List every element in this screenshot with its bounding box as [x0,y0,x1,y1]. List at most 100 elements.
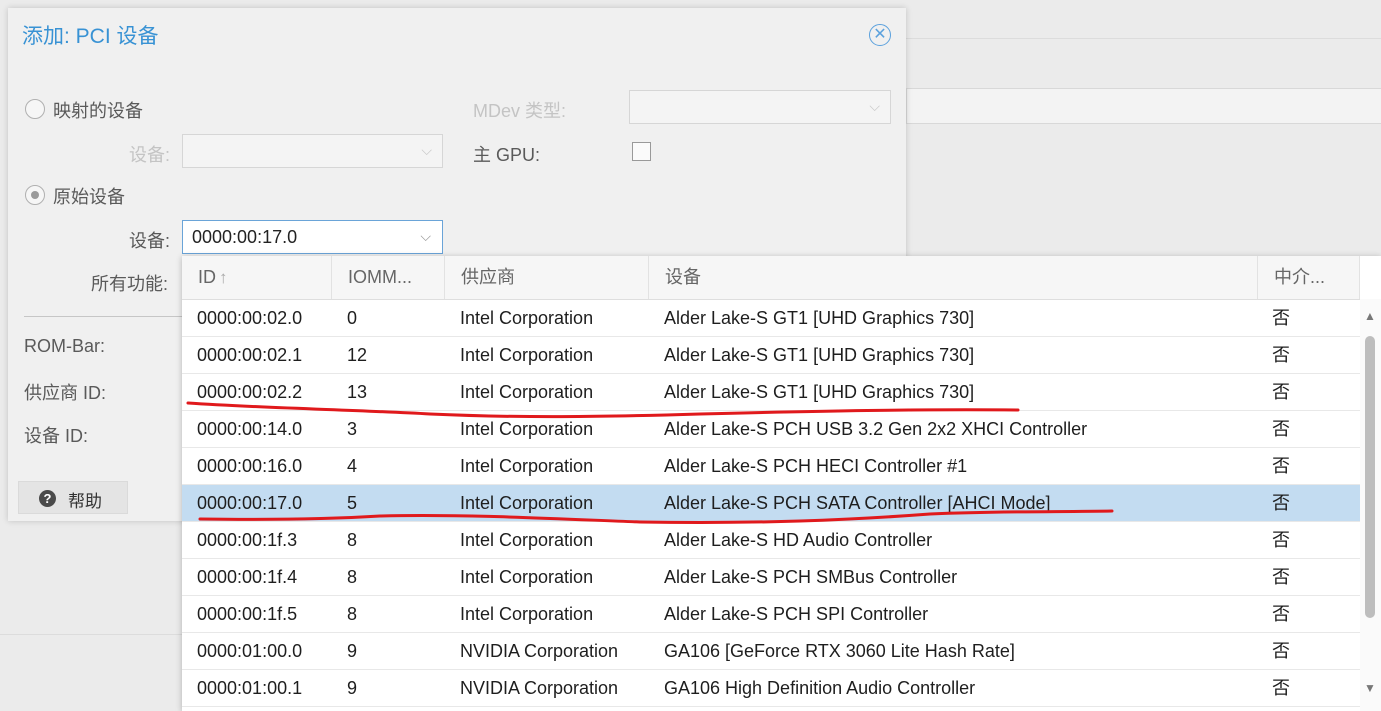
cell-vendor: NVIDIA Corporation [460,641,619,661]
cell-device: Alder Lake-S PCH HECI Controller #1 [664,456,968,476]
column-header-vendor[interactable]: 供应商 [445,256,649,299]
table-row[interactable]: 0000:01:00.0 9 NVIDIA Corporation GA106 [Ge… [182,633,1360,670]
table-row[interactable]: 0000:00:14.0 3 Intel Corporation Alder Lake… [182,411,1360,448]
mdev-type-label: MDev 类型: [473,101,567,121]
sort-ascending-icon: ↑ [219,268,228,287]
table-row[interactable]: 0000:01:00.1 9 NVIDIA Corporation GA106 Hig… [182,670,1360,707]
cell-vendor: Intel Corporation [460,382,594,402]
device-id-label: 设备 ID: [24,426,89,446]
column-header-id[interactable]: ID ↑ [182,256,332,299]
vendor-id-label: 供应商 ID: [24,383,107,403]
help-icon: ? [39,490,56,507]
chevron-down-icon: ⌵ [421,142,432,158]
cell-mdev: 否 [1272,678,1290,698]
cell-iommu: 8 [347,604,358,624]
device-select-label: 设备: [129,231,171,251]
cell-iommu: 8 [347,530,358,550]
table-row[interactable]: 0000:00:1f.4 8 Intel Corporation Alder Lake… [182,559,1360,596]
cell-iommu: 9 [347,641,358,661]
chevron-down-icon: ⌵ [869,98,880,114]
cell-iommu: 0 [347,308,358,328]
cell-vendor: Intel Corporation [460,345,594,365]
cell-mdev: 否 [1272,456,1290,476]
cell-vendor: Intel Corporation [460,456,594,476]
scroll-up-icon[interactable]: ▲ [1364,309,1376,323]
cell-id: 0000:01:00.0 [197,641,303,661]
close-icon[interactable]: ✕ [869,24,891,46]
cell-iommu: 8 [347,567,358,587]
cell-device: GA106 [GeForce RTX 3060 Lite Hash Rate] [664,641,1015,661]
cell-mdev: 否 [1272,641,1290,661]
cell-id: 0000:00:14.0 [197,419,303,439]
cell-vendor: Intel Corporation [460,308,594,328]
grid-header: ID ↑ IOMM... 供应商 设备 中介... [182,256,1360,300]
cell-vendor: Intel Corporation [460,419,594,439]
background-divider [906,38,1381,39]
cell-id: 0000:00:02.0 [197,308,303,328]
table-row[interactable]: 0000:00:1f.3 8 Intel Corporation Alder Lake… [182,522,1360,559]
cell-device: Alder Lake-S PCH USB 3.2 Gen 2x2 XHCI Co… [664,419,1088,439]
cell-mdev: 否 [1272,530,1290,550]
mapped-device-label: 映射的设备 [53,101,143,121]
cell-device: Alder Lake-S PCH SPI Controller [664,604,929,624]
cell-iommu: 3 [347,419,358,439]
cell-iommu: 4 [347,456,358,476]
pci-device-grid: ID ↑ IOMM... 供应商 设备 中介... 0000:00:02.0 0 In… [182,256,1381,711]
cell-device: Alder Lake-S PCH SATA Controller [AHCI M… [664,493,1051,513]
cell-vendor: Intel Corporation [460,493,594,513]
cell-mdev: 否 [1272,493,1290,513]
cell-device: Alder Lake-S GT1 [UHD Graphics 730] [664,308,975,328]
column-header-mdev[interactable]: 中介... [1258,256,1360,299]
cell-iommu: 12 [347,345,368,365]
table-row[interactable]: 0000:00:02.2 13 Intel Corporation Alder Lak… [182,374,1360,411]
all-functions-label: 所有功能: [91,274,169,294]
cell-id: 0000:00:1f.5 [197,604,298,624]
cell-vendor: Intel Corporation [460,604,594,624]
cell-id: 0000:00:02.2 [197,382,303,402]
table-row[interactable]: 0000:00:02.1 12 Intel Corporation Alder Lak… [182,337,1360,374]
rom-bar-label: ROM-Bar: [24,336,105,356]
cell-id: 0000:00:16.0 [197,456,303,476]
dialog-title: 添加: PCI 设备 [22,25,159,48]
cell-id: 0000:00:1f.3 [197,530,298,550]
column-header-iommu[interactable]: IOMM... [332,256,445,299]
table-row[interactable]: 0000:00:02.0 0 Intel Corporation Alder Lake… [182,300,1360,337]
primary-gpu-label: 主 GPU: [473,145,541,165]
column-header-id-label: ID [198,267,216,287]
raw-device-label: 原始设备 [53,187,125,207]
mapped-device-select[interactable]: ⌵ [182,134,443,168]
table-row[interactable]: 0000:00:17.0 5 Intel Corporation Alder Lake… [182,485,1360,522]
cell-iommu: 5 [347,493,358,513]
cell-device: Alder Lake-S GT1 [UHD Graphics 730] [664,382,975,402]
cell-id: 0000:00:17.0 [197,493,303,513]
chevron-down-icon: ⌵ [420,228,431,244]
cell-vendor: Intel Corporation [460,530,594,550]
cell-device: GA106 High Definition Audio Controller [664,678,976,698]
scroll-down-icon[interactable]: ▼ [1364,681,1376,695]
primary-gpu-checkbox[interactable] [632,142,651,161]
cell-mdev: 否 [1272,419,1290,439]
cell-mdev: 否 [1272,604,1290,624]
cell-id: 0000:00:1f.4 [197,567,298,587]
cell-iommu: 9 [347,678,358,698]
cell-vendor: Intel Corporation [460,567,594,587]
cell-mdev: 否 [1272,308,1290,328]
cell-device: Alder Lake-S HD Audio Controller [664,530,933,550]
mdev-type-select[interactable]: ⌵ [629,90,891,124]
cell-id: 0000:01:00.1 [197,678,303,698]
raw-device-radio[interactable] [25,185,45,205]
mapped-device-radio[interactable] [25,99,45,119]
device-select[interactable]: 0000:00:17.0 ⌵ [182,220,443,254]
cell-vendor: NVIDIA Corporation [460,678,619,698]
help-button-label: 帮助 [68,492,102,511]
table-row[interactable]: 0000:00:1f.5 8 Intel Corporation Alder Lake… [182,596,1360,633]
cell-mdev: 否 [1272,567,1290,587]
help-button[interactable]: ? 帮助 [18,481,128,514]
column-header-device[interactable]: 设备 [649,256,1258,299]
cell-iommu: 13 [347,382,368,402]
cell-device: Alder Lake-S GT1 [UHD Graphics 730] [664,345,975,365]
scrollbar-thumb[interactable] [1365,336,1375,618]
section-divider [24,316,194,317]
cell-id: 0000:00:02.1 [197,345,303,365]
table-row[interactable]: 0000:00:16.0 4 Intel Corporation Alder Lake… [182,448,1360,485]
